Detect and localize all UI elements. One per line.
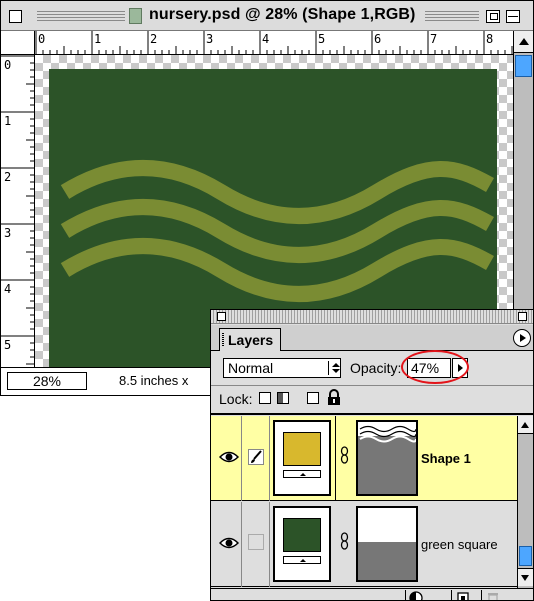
document-title-bar[interactable]: nursery.psd @ 28% (Shape 1,RGB)	[1, 1, 533, 31]
divider	[241, 416, 242, 501]
ruler-v-label: 0	[4, 58, 12, 72]
chain-link-icon[interactable]	[340, 532, 349, 550]
layer-row-green-square[interactable]: green square	[211, 502, 517, 587]
vertical-ruler-ticks	[1, 55, 34, 365]
lock-all-icon[interactable]	[327, 389, 341, 406]
layer-name[interactable]: green square	[421, 537, 498, 552]
blend-mode-value: Normal	[228, 360, 274, 376]
new-layer-icon	[457, 592, 469, 600]
vector-mask-thumbnail[interactable]	[356, 420, 418, 496]
ruler-h-label: 2	[150, 32, 158, 46]
delete-layer-button[interactable]	[481, 590, 503, 600]
lock-label: Lock:	[219, 391, 253, 407]
tab-layers-label: Layers	[228, 332, 274, 348]
zoom-level-field[interactable]: 28%	[7, 372, 87, 390]
visibility-eye-icon[interactable]	[219, 450, 239, 464]
title-bar-stripes-left	[37, 9, 125, 23]
layer-thumbnail[interactable]	[273, 506, 331, 582]
palette-close-box[interactable]	[217, 312, 226, 321]
mask-white-area	[358, 508, 416, 542]
ruler-v-label: 2	[4, 170, 12, 184]
ruler-origin[interactable]	[1, 31, 35, 55]
vector-mask-thumbnail[interactable]	[356, 506, 418, 582]
palette-bottom-toolbar	[211, 588, 533, 600]
title-bar-stripes-right	[425, 9, 479, 23]
scroll-down-arrow-icon[interactable]	[518, 568, 533, 586]
annotation-circle	[401, 350, 469, 384]
divider	[269, 416, 270, 501]
blend-mode-select[interactable]: Normal	[223, 358, 341, 378]
vertical-ruler[interactable]: 0 1 2 3 4 5	[1, 55, 35, 367]
document-size-info[interactable]: 8.5 inches x	[119, 373, 188, 388]
divider	[335, 416, 336, 501]
ruler-h-label: 1	[94, 32, 102, 46]
ruler-v-label: 3	[4, 226, 12, 240]
ruler-v-label: 5	[4, 338, 12, 352]
scroll-up-arrow-icon[interactable]	[518, 416, 533, 434]
divider	[269, 502, 270, 587]
palette-title-bar[interactable]	[211, 310, 533, 324]
horizontal-ruler[interactable]: 0 1 2 3 4 5 6 7 8	[35, 31, 513, 55]
paintbrush-icon[interactable]	[248, 449, 264, 465]
layers-vertical-scrollbar[interactable]	[517, 416, 533, 588]
trash-icon	[488, 593, 498, 600]
layer-row-shape-1[interactable]: Shape 1	[211, 416, 517, 501]
visibility-eye-icon[interactable]	[219, 536, 239, 550]
layer-thumbnail[interactable]	[273, 420, 331, 496]
ruler-h-label: 8	[486, 32, 494, 46]
ruler-h-label: 6	[374, 32, 382, 46]
adjustment-indicator	[283, 556, 321, 564]
window-zoom-box[interactable]	[486, 10, 500, 23]
mask-wave-preview	[358, 422, 416, 443]
adjustment-indicator	[283, 470, 321, 478]
layers-palette: Layers Normal Opacity: 47% Lock: Shape 1…	[210, 309, 534, 601]
palette-collapse-box[interactable]	[518, 312, 527, 321]
ruler-h-label: 5	[318, 32, 326, 46]
document-proxy-icon	[129, 8, 142, 24]
select-arrows-icon	[328, 361, 341, 375]
lock-position-checkbox[interactable]	[307, 392, 319, 404]
ruler-h-label: 4	[262, 32, 270, 46]
ruler-v-label: 1	[4, 114, 12, 128]
divider	[211, 385, 533, 386]
layer-name[interactable]: Shape 1	[421, 451, 471, 466]
opacity-label: Opacity:	[350, 360, 402, 376]
palette-tab-row: Layers	[211, 325, 533, 351]
ruler-v-label: 4	[4, 282, 12, 296]
half-circle-icon	[409, 591, 423, 600]
chain-link-icon[interactable]	[340, 446, 349, 464]
link-status-box[interactable]	[248, 534, 264, 550]
adjustment-layer-button[interactable]	[405, 590, 427, 600]
scroll-thumb[interactable]	[519, 546, 532, 566]
document-title: nursery.psd @ 28% (Shape 1,RGB)	[149, 6, 416, 23]
palette-menu-icon[interactable]	[513, 329, 531, 347]
fill-color-swatch	[283, 518, 321, 552]
divider	[211, 413, 533, 415]
window-collapse-box[interactable]	[506, 10, 520, 23]
ruler-h-label: 3	[206, 32, 214, 46]
lock-image-checkbox[interactable]	[277, 392, 289, 404]
divider	[241, 502, 242, 587]
ruler-h-label: 0	[38, 32, 46, 46]
horizontal-ruler-ticks	[35, 31, 513, 54]
lock-transparency-checkbox[interactable]	[259, 392, 271, 404]
ruler-h-label: 7	[430, 32, 438, 46]
new-layer-button[interactable]	[451, 590, 473, 600]
fill-color-swatch	[283, 432, 321, 466]
window-close-box[interactable]	[9, 10, 22, 23]
scroll-thumb[interactable]	[515, 55, 532, 77]
tab-layers[interactable]: Layers	[219, 328, 281, 351]
scroll-up-arrow-icon[interactable]	[514, 31, 533, 53]
